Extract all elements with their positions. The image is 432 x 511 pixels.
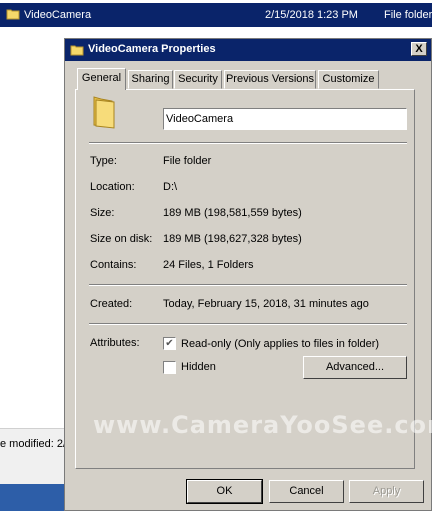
- separator: [89, 142, 407, 144]
- apply-button[interactable]: Apply: [349, 480, 424, 503]
- close-button[interactable]: X: [411, 42, 427, 56]
- watermark-text: www.CameraYooSee.com: [93, 411, 432, 439]
- contains-label: Contains:: [90, 259, 137, 271]
- readonly-label: Read-only (Only applies to files in fold…: [181, 338, 380, 350]
- separator: [89, 284, 407, 286]
- folder-icon: [70, 43, 84, 60]
- separator: [89, 323, 407, 325]
- row-date-modified: 2/15/2018 1:23 PM: [265, 9, 358, 21]
- tab-general[interactable]: General: [77, 68, 126, 90]
- folder-name-input[interactable]: [163, 108, 407, 130]
- row-type: File folder: [384, 9, 432, 21]
- created-label: Created:: [90, 298, 133, 310]
- hidden-label: Hidden: [181, 361, 216, 373]
- attributes-label: Attributes:: [90, 337, 140, 349]
- hidden-checkbox[interactable]: [163, 361, 176, 374]
- explorer-content-pane: [0, 27, 70, 484]
- size-label: Size:: [90, 207, 115, 219]
- large-folder-icon: [91, 95, 117, 132]
- advanced-button[interactable]: Advanced...: [303, 356, 407, 379]
- location-value: D:\: [163, 181, 178, 193]
- properties-dialog: VideoCamera Properties X General Sharing…: [64, 38, 432, 511]
- explorer-selected-row[interactable]: VideoCamera 2/15/2018 1:23 PM File folde…: [0, 3, 432, 27]
- explorer-details-pane: [0, 428, 70, 484]
- row-name: VideoCamera: [24, 9, 92, 21]
- readonly-checkbox[interactable]: ✔: [163, 337, 176, 350]
- folder-icon: [6, 7, 20, 24]
- dialog-titlebar[interactable]: VideoCamera Properties X: [65, 39, 431, 61]
- cancel-button[interactable]: Cancel: [269, 480, 344, 503]
- taskbar: [0, 484, 70, 511]
- contains-value: 24 Files, 1 Folders: [163, 259, 254, 271]
- created-value: Today, February 15, 2018, 31 minutes ago: [163, 298, 369, 310]
- tab-previous-versions[interactable]: Previous Versions: [224, 70, 316, 89]
- size-on-disk-label: Size on disk:: [90, 233, 153, 245]
- ok-button[interactable]: OK: [186, 479, 263, 504]
- tab-security[interactable]: Security: [174, 70, 222, 89]
- size-value: 189 MB (198,581,559 bytes): [163, 207, 302, 219]
- location-label: Location:: [90, 181, 135, 193]
- size-on-disk-value: 189 MB (198,627,328 bytes): [163, 233, 302, 245]
- tab-sharing[interactable]: Sharing: [128, 70, 173, 89]
- dialog-title: VideoCamera Properties: [88, 43, 216, 55]
- type-label: Type:: [90, 155, 117, 167]
- details-date-modified-label: e modified: 2/: [0, 438, 67, 450]
- tab-customize[interactable]: Customize: [318, 70, 379, 89]
- type-value: File folder: [163, 155, 212, 167]
